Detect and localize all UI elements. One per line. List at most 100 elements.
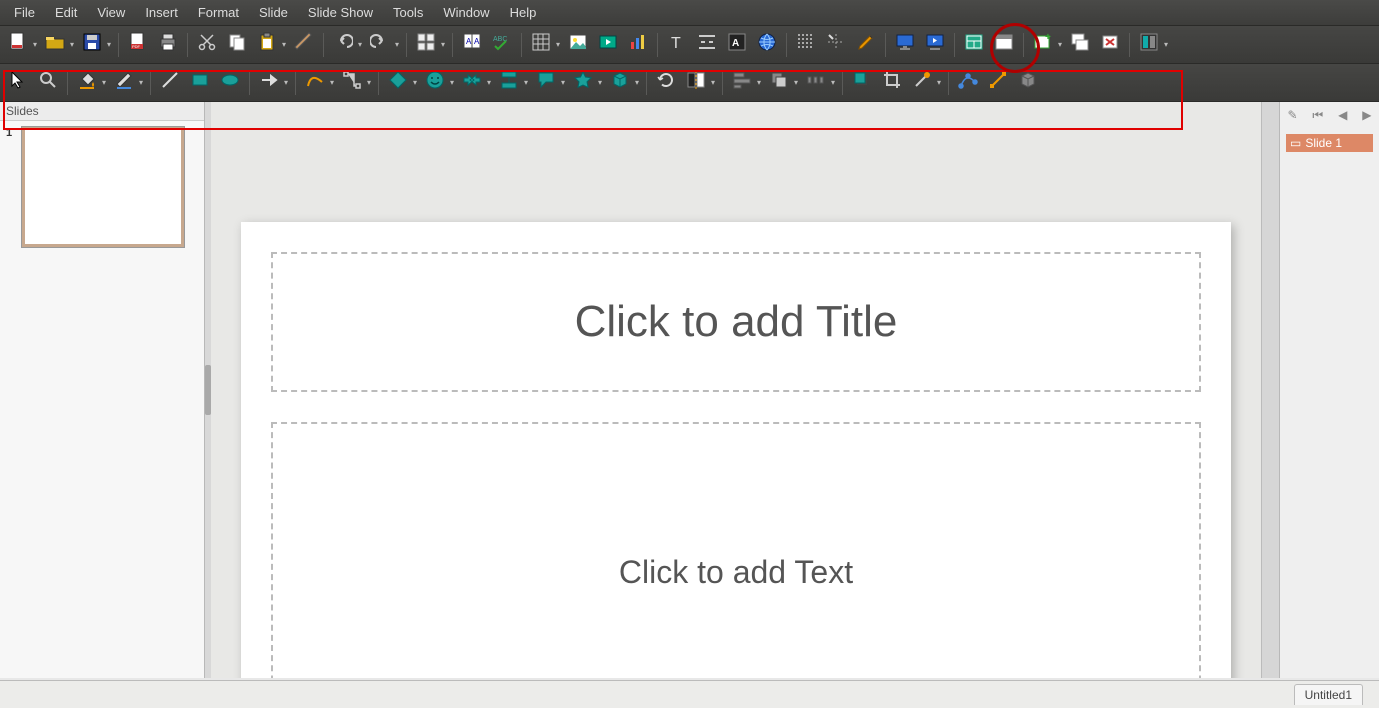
open-button[interactable] xyxy=(41,31,69,59)
clone-format-button[interactable] xyxy=(290,31,318,59)
content-placeholder[interactable]: Click to add Text xyxy=(271,422,1201,678)
distribute-button[interactable] xyxy=(802,69,830,97)
menu-insert[interactable]: Insert xyxy=(135,1,188,24)
start-from-first-button[interactable] xyxy=(891,31,919,59)
symbol-shapes-dropdown[interactable]: ▾ xyxy=(448,78,456,87)
curves-dropdown[interactable]: ▾ xyxy=(328,78,336,87)
slide-editor[interactable]: Click to add Title Click to add Text xyxy=(211,102,1261,678)
vertical-scrollbar[interactable] xyxy=(1261,102,1279,678)
line-color-button[interactable] xyxy=(110,69,138,97)
menu-slide-show[interactable]: Slide Show xyxy=(298,1,383,24)
new-slide-button[interactable]: + xyxy=(1029,31,1057,59)
redo-button[interactable] xyxy=(366,31,394,59)
insert-textbox-button[interactable]: T xyxy=(663,31,691,59)
arrange-dropdown[interactable]: ▾ xyxy=(792,78,800,87)
basic-shapes-button[interactable] xyxy=(384,69,412,97)
stars-button[interactable] xyxy=(569,69,597,97)
copy-button[interactable] xyxy=(223,31,251,59)
menu-window[interactable]: Window xyxy=(433,1,499,24)
paste-dropdown[interactable]: ▾ xyxy=(280,40,288,49)
show-draw-functions-button[interactable] xyxy=(852,31,880,59)
menu-format[interactable]: Format xyxy=(188,1,249,24)
zoom-button[interactable] xyxy=(34,69,62,97)
prev-icon[interactable]: ◀ xyxy=(1338,108,1347,122)
views-menu-button[interactable] xyxy=(1135,31,1163,59)
3d-objects-dropdown[interactable]: ▾ xyxy=(633,78,641,87)
crop-button[interactable] xyxy=(878,69,906,97)
extrusion-button[interactable] xyxy=(1014,69,1042,97)
line-button[interactable] xyxy=(156,69,184,97)
find-replace-button[interactable]: AA xyxy=(458,31,486,59)
rotate-button[interactable] xyxy=(652,69,680,97)
delete-slide-button[interactable] xyxy=(1096,31,1124,59)
distribute-dropdown[interactable]: ▾ xyxy=(829,78,837,87)
insert-fontwork-button[interactable]: A xyxy=(723,31,751,59)
rectangle-button[interactable] xyxy=(186,69,214,97)
undo-dropdown[interactable]: ▾ xyxy=(356,40,364,49)
spelling-button[interactable]: ABC xyxy=(488,31,516,59)
symbol-shapes-button[interactable] xyxy=(421,69,449,97)
flowchart-button[interactable] xyxy=(495,69,523,97)
shadow-button[interactable] xyxy=(848,69,876,97)
flip-dropdown[interactable]: ▾ xyxy=(709,78,717,87)
first-icon[interactable]: ⏮ xyxy=(1312,108,1323,123)
display-grid-button[interactable] xyxy=(792,31,820,59)
paste-button[interactable] xyxy=(253,31,281,59)
insert-image-button[interactable] xyxy=(564,31,592,59)
insert-hyperlink-button[interactable] xyxy=(753,31,781,59)
flip-button[interactable] xyxy=(682,69,710,97)
connectors-button[interactable] xyxy=(338,69,366,97)
arrange-button[interactable] xyxy=(765,69,793,97)
align-button[interactable] xyxy=(728,69,756,97)
line-color-dropdown[interactable]: ▾ xyxy=(137,78,145,87)
stars-dropdown[interactable]: ▾ xyxy=(596,78,604,87)
title-placeholder[interactable]: Click to add Title xyxy=(271,252,1201,392)
basic-shapes-dropdown[interactable]: ▾ xyxy=(411,78,419,87)
new-doc-dropdown[interactable]: ▾ xyxy=(31,40,39,49)
pencil-icon[interactable]: ✎ xyxy=(1287,108,1297,122)
menu-slide[interactable]: Slide xyxy=(249,1,298,24)
lines-arrows-dropdown[interactable]: ▾ xyxy=(282,78,290,87)
table-button[interactable] xyxy=(527,31,555,59)
display-views-dropdown[interactable]: ▾ xyxy=(439,40,447,49)
redo-dropdown[interactable]: ▾ xyxy=(393,40,401,49)
open-dropdown[interactable]: ▾ xyxy=(68,40,76,49)
insert-chart-button[interactable] xyxy=(624,31,652,59)
points-button[interactable] xyxy=(954,69,982,97)
curves-button[interactable] xyxy=(301,69,329,97)
start-from-current-button[interactable] xyxy=(921,31,949,59)
fill-color-dropdown[interactable]: ▾ xyxy=(100,78,108,87)
helplines-button[interactable] xyxy=(822,31,850,59)
print-button[interactable] xyxy=(154,31,182,59)
slide-canvas[interactable]: Click to add Title Click to add Text xyxy=(241,222,1231,678)
insert-header-footer-button[interactable] xyxy=(693,31,721,59)
menu-edit[interactable]: Edit xyxy=(45,1,87,24)
table-dropdown[interactable]: ▾ xyxy=(554,40,562,49)
panel-splitter-left[interactable] xyxy=(205,102,211,678)
menu-tools[interactable]: Tools xyxy=(383,1,433,24)
cut-button[interactable] xyxy=(193,31,221,59)
menu-file[interactable]: File xyxy=(4,1,45,24)
lines-arrows-button[interactable] xyxy=(255,69,283,97)
slide-thumb-1[interactable] xyxy=(22,127,184,247)
undo-button[interactable] xyxy=(329,31,357,59)
flowchart-dropdown[interactable]: ▾ xyxy=(522,78,530,87)
display-views-button[interactable] xyxy=(412,31,440,59)
block-arrows-button[interactable] xyxy=(458,69,486,97)
3d-objects-button[interactable] xyxy=(606,69,634,97)
duplicate-slide-button[interactable] xyxy=(1066,31,1094,59)
filter-button[interactable] xyxy=(908,69,936,97)
save-button[interactable] xyxy=(78,31,106,59)
ellipse-button[interactable] xyxy=(216,69,244,97)
select-button[interactable] xyxy=(4,69,32,97)
new-slide-dropdown[interactable]: ▾ xyxy=(1056,40,1064,49)
slide-master-button[interactable] xyxy=(990,31,1018,59)
navigator-slide-1[interactable]: ▭ Slide 1 xyxy=(1286,134,1373,152)
fill-color-button[interactable] xyxy=(73,69,101,97)
insert-media-button[interactable] xyxy=(594,31,622,59)
block-arrows-dropdown[interactable]: ▾ xyxy=(485,78,493,87)
filter-dropdown[interactable]: ▾ xyxy=(935,78,943,87)
callouts-button[interactable] xyxy=(532,69,560,97)
align-dropdown[interactable]: ▾ xyxy=(755,78,763,87)
views-menu-dropdown[interactable]: ▾ xyxy=(1162,40,1170,49)
